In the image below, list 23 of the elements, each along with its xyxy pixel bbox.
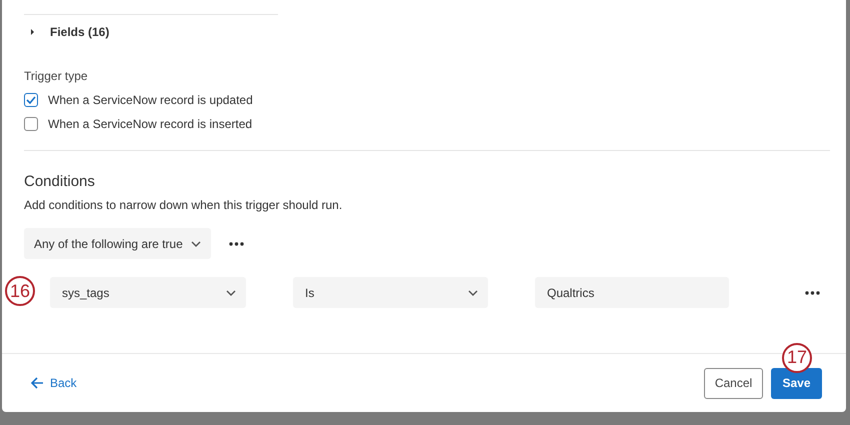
chevron-icon [226,290,236,296]
arrow-left-icon [30,377,44,389]
back-button[interactable]: Back [30,376,77,390]
chevron-icon [190,240,201,246]
save-button[interactable]: Save [771,368,822,398]
match-dropdown[interactable]: Any of the following are true [24,228,211,259]
checkbox[interactable] [24,117,38,131]
cancel-button[interactable]: Cancel [704,368,763,398]
operator-dropdown[interactable]: Is [293,277,488,308]
value-field[interactable]: Qualtrics [535,277,729,308]
checkbox[interactable] [24,93,38,107]
step-marker: 16 [5,276,35,306]
section-title: Conditions [24,173,96,190]
more-icon[interactable] [228,242,244,246]
checkbox-label[interactable]: When a ServiceNow record is updated [48,93,253,107]
chevron-icon [468,290,478,296]
field-dropdown[interactable]: sys_tags [50,277,246,308]
more-icon[interactable] [805,290,820,294]
step-marker: 17 [782,342,812,372]
fields-toggle[interactable]: Fields (16) [24,24,110,40]
description: Add conditions to narrow down when this trigger should run. [24,198,344,212]
section-label: Trigger type [24,69,89,83]
checkbox-label[interactable]: When a ServiceNow record is inserted [48,117,252,131]
